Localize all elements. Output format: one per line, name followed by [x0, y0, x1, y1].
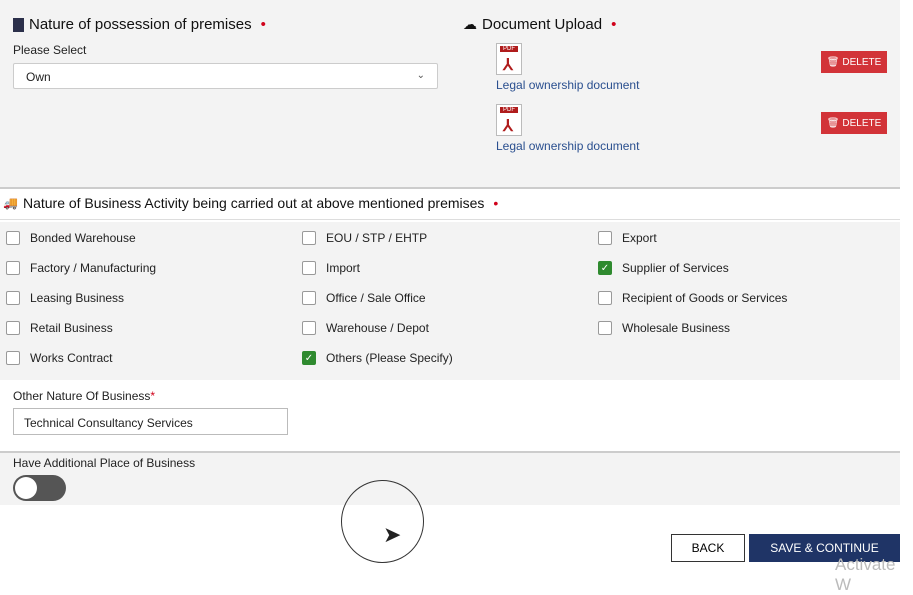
- activity-heading: 🚚 Nature of Business Activity being carr…: [3, 195, 499, 211]
- additional-place-toggle[interactable]: [13, 475, 66, 501]
- checkbox[interactable]: [6, 291, 20, 305]
- checkbox-label: EOU / STP / EHTP: [326, 231, 428, 245]
- possession-heading: Nature of possession of premises •: [13, 16, 266, 33]
- activity-checkbox[interactable]: Retail Business: [6, 321, 113, 335]
- activity-checkbox[interactable]: EOU / STP / EHTP: [302, 231, 427, 245]
- back-button[interactable]: BACK: [671, 534, 745, 562]
- activity-checkbox[interactable]: Warehouse / Depot: [302, 321, 429, 335]
- checkbox-label: Wholesale Business: [622, 321, 731, 335]
- other-nature-input[interactable]: Technical Consultancy Services: [13, 408, 288, 435]
- checkbox[interactable]: ✓: [302, 351, 316, 365]
- possession-select[interactable]: Own ⌄: [13, 63, 438, 89]
- checkbox-label: Recipient of Goods or Services: [622, 291, 788, 305]
- activity-checkbox[interactable]: Office / Sale Office: [302, 291, 426, 305]
- checkbox[interactable]: ✓: [598, 261, 612, 275]
- divider: [0, 219, 900, 220]
- activity-checkbox[interactable]: Bonded Warehouse: [6, 231, 136, 245]
- checkbox-label: Supplier of Services: [622, 261, 729, 275]
- checkbox[interactable]: [6, 351, 20, 365]
- divider: [0, 187, 900, 189]
- checkbox-label: Export: [622, 231, 657, 245]
- activity-checkbox[interactable]: Export: [598, 231, 657, 245]
- checkbox-label: Office / Sale Office: [326, 291, 426, 305]
- trash-icon: 🗑: [826, 117, 840, 129]
- checkbox-label: Retail Business: [30, 321, 113, 335]
- checkbox[interactable]: [302, 321, 316, 335]
- pdf-icon: PDF ⅄: [496, 104, 522, 136]
- activity-checkbox[interactable]: Wholesale Business: [598, 321, 730, 335]
- checkbox-label: Bonded Warehouse: [30, 231, 136, 245]
- checkbox[interactable]: [302, 231, 316, 245]
- activity-checkbox[interactable]: Leasing Business: [6, 291, 124, 305]
- watermark: Activate W: [835, 555, 896, 594]
- activity-checkbox[interactable]: ✓ Supplier of Services: [598, 261, 729, 275]
- delete-button[interactable]: 🗑 DELETE: [821, 51, 887, 73]
- activity-checkbox[interactable]: Factory / Manufacturing: [6, 261, 156, 275]
- trash-icon: 🗑: [826, 56, 840, 68]
- checkbox-label: Works Contract: [30, 351, 113, 365]
- chevron-down-icon: ⌄: [416, 70, 425, 81]
- additional-label: Have Additional Place of Business: [13, 456, 196, 470]
- activity-checkbox[interactable]: Recipient of Goods or Services: [598, 291, 787, 305]
- checkbox[interactable]: [6, 231, 20, 245]
- checkbox[interactable]: [598, 321, 612, 335]
- activity-checkbox[interactable]: Works Contract: [6, 351, 112, 365]
- checkbox-label: Others (Please Specify): [326, 351, 453, 365]
- checkbox-label: Leasing Business: [30, 291, 125, 305]
- truck-icon: 🚚: [3, 196, 18, 210]
- checkbox[interactable]: [6, 321, 20, 335]
- document-item: PDF ⅄ Legal ownership document: [496, 43, 639, 92]
- checkbox[interactable]: [302, 291, 316, 305]
- checkbox-label: Warehouse / Depot: [326, 321, 429, 335]
- other-label: Other Nature Of Business*: [13, 389, 156, 403]
- activity-checkbox[interactable]: Import: [302, 261, 360, 275]
- cursor-icon: ➤: [383, 522, 402, 547]
- checkbox[interactable]: [302, 261, 316, 275]
- activity-checkbox[interactable]: ✓ Others (Please Specify): [302, 351, 453, 365]
- building-icon: [13, 17, 24, 32]
- checkbox-label: Import: [326, 261, 361, 275]
- checkbox[interactable]: [598, 291, 612, 305]
- upload-heading: ☁ Document Upload •: [463, 16, 617, 33]
- possession-label: Please Select: [13, 43, 87, 57]
- pdf-icon: PDF ⅄: [496, 43, 522, 75]
- delete-button[interactable]: 🗑 DELETE: [821, 112, 887, 134]
- checkbox[interactable]: [598, 231, 612, 245]
- checkbox-label: Factory / Manufacturing: [30, 261, 157, 275]
- cloud-upload-icon: ☁: [463, 16, 477, 32]
- document-link[interactable]: Legal ownership document: [496, 139, 639, 153]
- checkbox[interactable]: [6, 261, 20, 275]
- document-item: PDF ⅄ Legal ownership document: [496, 104, 639, 153]
- document-link[interactable]: Legal ownership document: [496, 78, 639, 92]
